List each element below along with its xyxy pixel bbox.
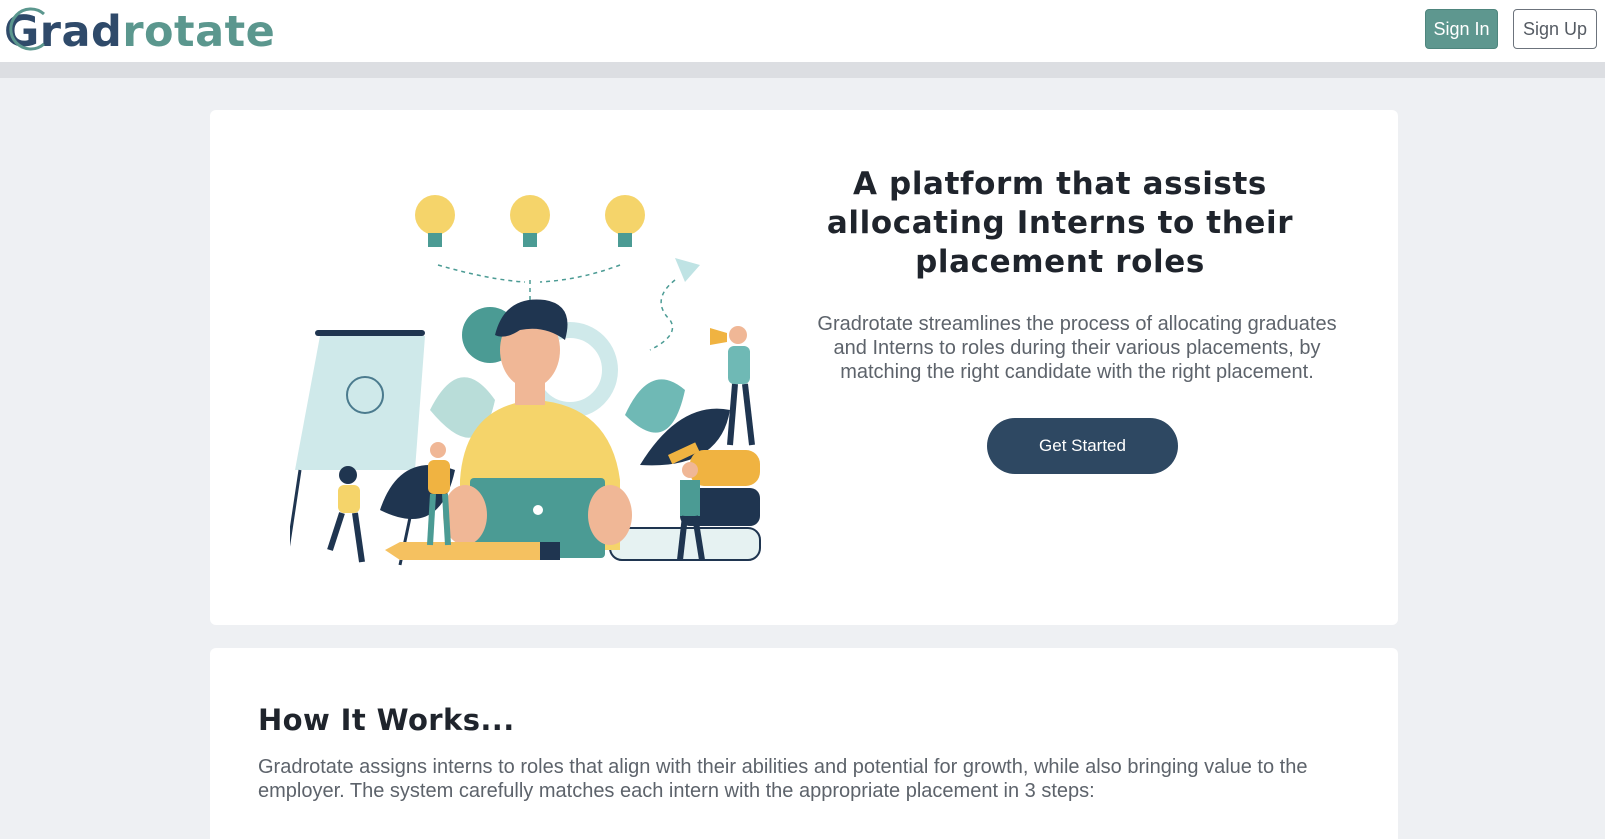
top-navbar: Gradrotate Sign In Sign Up: [0, 0, 1605, 62]
hero-card: A platform that assists allocating Inter…: [210, 110, 1398, 625]
navbar-shadow-divider: [0, 62, 1605, 78]
sign-in-button[interactable]: Sign In: [1425, 9, 1498, 49]
hero-description: Gradrotate streamlines the process of al…: [817, 313, 1337, 383]
hero-illustration: [290, 195, 761, 566]
logo-text-accent: rotate: [122, 7, 276, 57]
get-started-button[interactable]: Get Started: [987, 418, 1178, 474]
gradrotate-logo[interactable]: Gradrotate: [4, 2, 275, 58]
lightbulb-icon: [415, 195, 645, 300]
how-it-works-description: Gradrotate assigns interns to roles that…: [258, 756, 1308, 802]
hero-title: A platform that assists allocating Inter…: [826, 166, 1294, 280]
sign-up-button[interactable]: Sign Up: [1513, 9, 1597, 49]
pencil-icon: [385, 542, 540, 560]
how-it-works-card: How It Works... Gradrotate assigns inter…: [210, 648, 1398, 839]
logo-text-dark: rad: [39, 7, 123, 57]
how-it-works-title: How It Works...: [258, 703, 515, 737]
paper-plane-icon: [675, 258, 700, 282]
logo-swoosh-icon: [9, 7, 45, 51]
small-figure-drawing: [327, 466, 365, 563]
